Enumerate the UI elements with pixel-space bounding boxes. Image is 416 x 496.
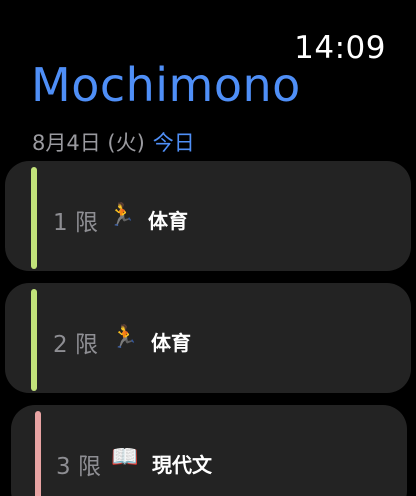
book-icon: 📖 bbox=[111, 445, 139, 470]
subject-name: 体育 bbox=[148, 209, 188, 233]
date-label: 8月4日 (火) bbox=[32, 131, 145, 155]
period-card-3[interactable]: 3 限 📖 現代文 bbox=[11, 405, 407, 496]
app-title: Mochimono bbox=[31, 58, 301, 112]
date-row: 8月4日 (火) 今日 bbox=[32, 127, 195, 157]
period-color-bar bbox=[35, 411, 41, 496]
period-color-bar bbox=[31, 289, 37, 391]
period-label: 2 限 bbox=[53, 332, 98, 358]
watch-screen: 14:09 Mochimono 8月4日 (火) 今日 1 限 🏃 体育 2 限 … bbox=[0, 0, 416, 496]
running-icon: 🏃 bbox=[111, 325, 139, 350]
running-icon: 🏃 bbox=[108, 203, 136, 228]
period-label: 3 限 bbox=[56, 454, 101, 480]
status-time: 14:09 bbox=[294, 30, 386, 66]
subject-name: 現代文 bbox=[152, 453, 212, 477]
period-card-2[interactable]: 2 限 🏃 体育 bbox=[5, 283, 411, 393]
period-card-1[interactable]: 1 限 🏃 体育 bbox=[5, 161, 411, 271]
period-label: 1 限 bbox=[53, 210, 98, 236]
subject-name: 体育 bbox=[151, 331, 191, 355]
today-label: 今日 bbox=[152, 131, 195, 155]
period-color-bar bbox=[31, 167, 37, 269]
